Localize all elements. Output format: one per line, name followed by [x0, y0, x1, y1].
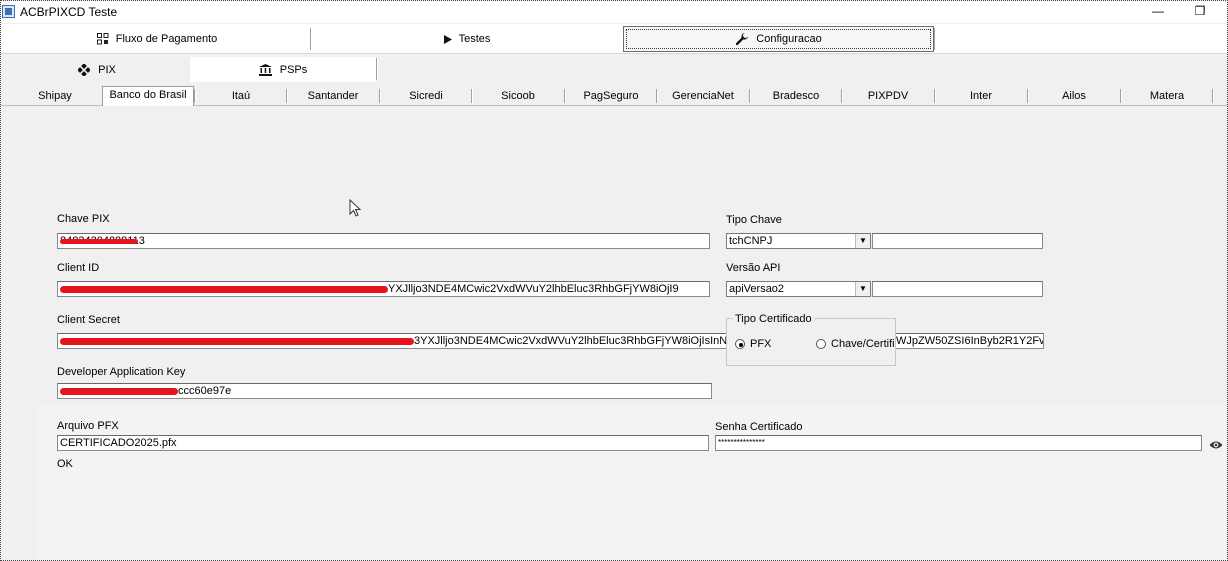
- client-id-label: Client ID: [57, 262, 100, 274]
- tab-psps[interactable]: PSPs: [190, 57, 376, 82]
- client-id-value: YXJllјo3NDE4MCwic2VxdWVuY2lhbEluc3RhbGFj…: [388, 283, 679, 295]
- tab-label: PIX: [98, 63, 116, 76]
- eye-icon[interactable]: [1209, 440, 1223, 450]
- psp-tab-sicoob[interactable]: Sicoob: [473, 88, 563, 104]
- dev-key-value: ccc60e97e: [178, 385, 232, 397]
- arquivo-pfx-value: CERTIFICADO2025.pfx: [60, 437, 177, 449]
- psp-tab-ailos[interactable]: Ailos: [1029, 88, 1119, 104]
- redaction-mark: [60, 286, 388, 293]
- senha-certificado-input[interactable]: ***************: [715, 435, 1202, 451]
- tipo-chave-label: Tipo Chave: [726, 214, 782, 226]
- tab-separator: [310, 28, 312, 50]
- tab-separator: [1212, 89, 1214, 103]
- dev-key-input[interactable]: ccc60e97e: [57, 383, 712, 399]
- tab-label: PSPs: [279, 63, 308, 76]
- tipo-chave-value: tchCNPJ: [729, 235, 773, 247]
- app-icon: [2, 5, 15, 18]
- status-text: OK: [57, 458, 73, 470]
- tab-testes[interactable]: Testes: [313, 26, 621, 52]
- client-secret-value: 3YXJllјo3NDE4MCwic2VxdWVuY2lhbEluc3RhbGF…: [414, 335, 762, 347]
- restore-button[interactable]: ❐: [1186, 2, 1214, 20]
- window-title: ACBrPIXCD Teste: [20, 5, 118, 19]
- chave-pix-label: Chave PIX: [57, 213, 110, 225]
- senha-certificado-value: ***************: [718, 438, 765, 447]
- tab-fluxo-de-pagamento[interactable]: Fluxo de Pagamento: [4, 26, 310, 52]
- mouse-cursor-icon: [349, 199, 361, 217]
- psp-tab-bradesco[interactable]: Bradesco: [751, 88, 841, 104]
- tipo-certificado-label: Tipo Certificado: [733, 313, 814, 325]
- radio-pfx[interactable]: [735, 339, 745, 349]
- arquivo-pfx-input[interactable]: CERTIFICADO2025.pfx: [57, 435, 709, 451]
- tab-separator: [376, 58, 378, 80]
- radio-chave-label: Chave/Certific: [831, 338, 895, 350]
- client-secret-value-right: WJpZW50ZSI6InByb2R1Y2Fvliw: [896, 335, 1044, 347]
- tipo-chave-extra-input[interactable]: [872, 233, 1043, 249]
- chevron-down-icon[interactable]: ▼: [855, 282, 870, 296]
- psp-tab-shipay[interactable]: Shipay: [10, 88, 100, 104]
- play-icon: [443, 34, 452, 44]
- psp-tab-pixpdv[interactable]: PIXPDV: [843, 88, 933, 104]
- versao-api-select[interactable]: apiVersao2 ▼: [726, 281, 871, 297]
- chave-pix-input[interactable]: 84834204888113: [57, 233, 710, 249]
- versao-api-value: apiVersao2: [729, 283, 785, 295]
- diamond-icon: [78, 63, 91, 76]
- bank-icon: [258, 63, 272, 76]
- grid-icon: [96, 33, 109, 45]
- redaction-mark: [60, 239, 138, 244]
- psp-tab-gerencianet[interactable]: GerenciaNet: [658, 88, 748, 104]
- tipo-chave-select[interactable]: tchCNPJ ▼: [726, 233, 871, 249]
- versao-api-label: Versão API: [726, 262, 781, 274]
- psp-tab-pagseguro[interactable]: PagSeguro: [566, 88, 656, 104]
- radio-chave-certificado[interactable]: [816, 339, 826, 349]
- tab-label: Configuracao: [756, 33, 822, 45]
- dev-key-label: Developer Application Key: [57, 366, 186, 378]
- chevron-down-icon[interactable]: ▼: [855, 234, 870, 248]
- psp-tab-itau[interactable]: Itaú: [196, 88, 286, 104]
- radio-pfx-label: PFX: [750, 338, 772, 350]
- psp-tab-matera[interactable]: Matera: [1122, 88, 1212, 104]
- minimize-button[interactable]: —: [1144, 2, 1172, 20]
- psp-tab-santander[interactable]: Santander: [288, 88, 378, 104]
- client-id-input[interactable]: YXJllјo3NDE4MCwic2VxdWVuY2lhbEluc3RhbGFj…: [57, 281, 710, 297]
- senha-certificado-label: Senha Certificado: [715, 421, 803, 433]
- tab-configuracao[interactable]: Configuracao: [623, 26, 934, 52]
- tab-separator: [934, 28, 936, 50]
- tab-label: Fluxo de Pagamento: [115, 33, 218, 45]
- client-secret-label: Client Secret: [57, 314, 120, 326]
- redaction-mark: [60, 338, 414, 345]
- psp-tab-banco-do-brasil[interactable]: Banco do Brasil: [102, 86, 194, 106]
- title-bar: [1, 1, 1227, 23]
- psp-tab-sicredi[interactable]: Sicredi: [381, 88, 471, 104]
- versao-api-extra-input[interactable]: [872, 281, 1043, 297]
- arquivo-pfx-label: Arquivo PFX: [57, 420, 119, 432]
- psp-tab-inter[interactable]: Inter: [936, 88, 1026, 104]
- certificate-panel: [36, 406, 1226, 561]
- tab-label: Testes: [458, 33, 491, 45]
- redaction-mark: [60, 388, 178, 395]
- wrench-icon: [735, 32, 749, 46]
- tab-pix[interactable]: PIX: [4, 57, 190, 82]
